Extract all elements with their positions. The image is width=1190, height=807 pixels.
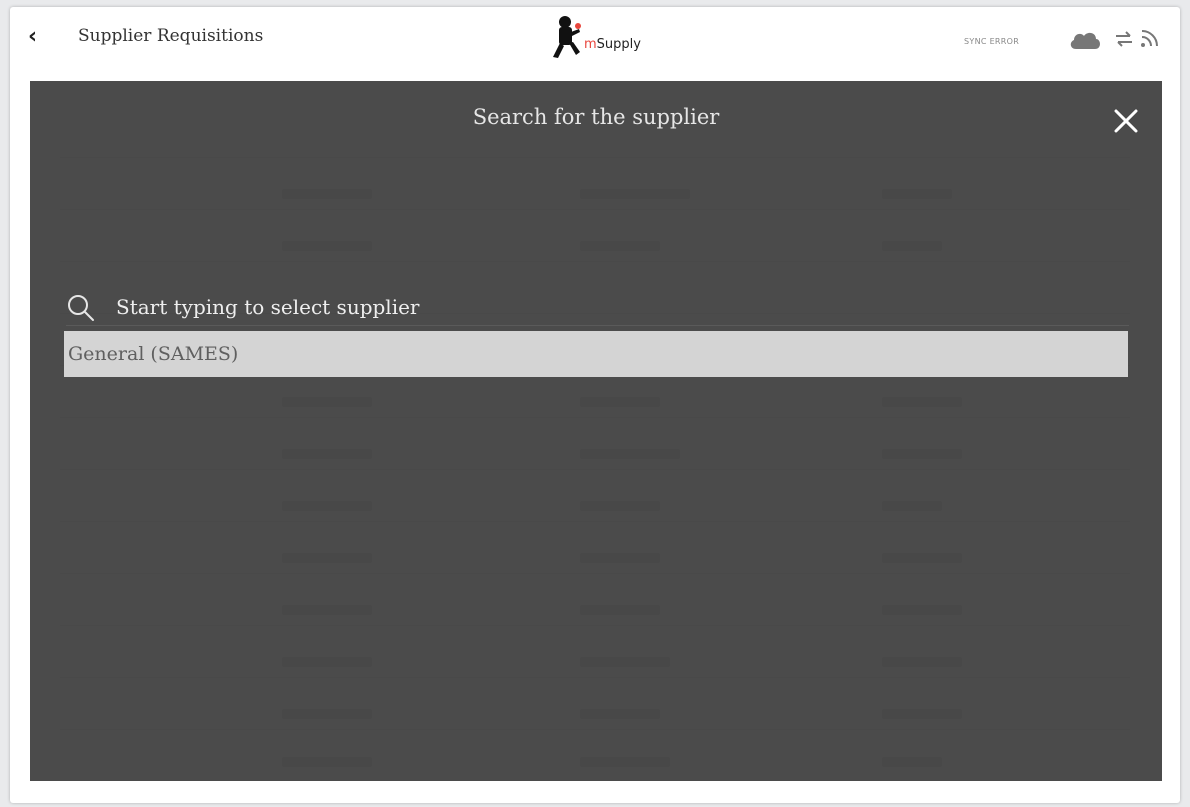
supplier-search-input[interactable] xyxy=(114,291,1018,323)
main-content: Search for the supplier General (SAMES) xyxy=(30,81,1162,781)
search-bar xyxy=(66,289,1129,326)
search-icon xyxy=(68,295,94,321)
close-icon xyxy=(1114,109,1138,133)
app-window: ‹ Supplier Requisitions mSupply SYNC ERR… xyxy=(10,7,1180,803)
feed-icon[interactable] xyxy=(1140,27,1160,53)
msupply-logo: mSupply xyxy=(548,13,668,63)
chevron-left-icon: ‹ xyxy=(28,24,38,49)
page-title: Supplier Requisitions xyxy=(78,26,264,46)
back-button[interactable]: ‹ xyxy=(28,25,44,49)
close-button[interactable] xyxy=(1112,107,1140,135)
logo-text: mSupply xyxy=(584,37,641,52)
sync-arrows-icon[interactable] xyxy=(1114,29,1134,53)
runner-logo-icon xyxy=(553,16,581,58)
sync-status-label: SYNC ERROR xyxy=(964,37,1020,46)
supplier-result-item[interactable]: General (SAMES) xyxy=(64,331,1128,377)
top-bar: ‹ Supplier Requisitions mSupply SYNC ERR… xyxy=(10,7,1180,83)
supplier-search-modal: Search for the supplier General (SAMES) xyxy=(30,81,1162,781)
supplier-result-label: General (SAMES) xyxy=(68,343,239,365)
modal-title: Search for the supplier xyxy=(472,105,720,129)
cloud-icon[interactable] xyxy=(1068,29,1102,55)
